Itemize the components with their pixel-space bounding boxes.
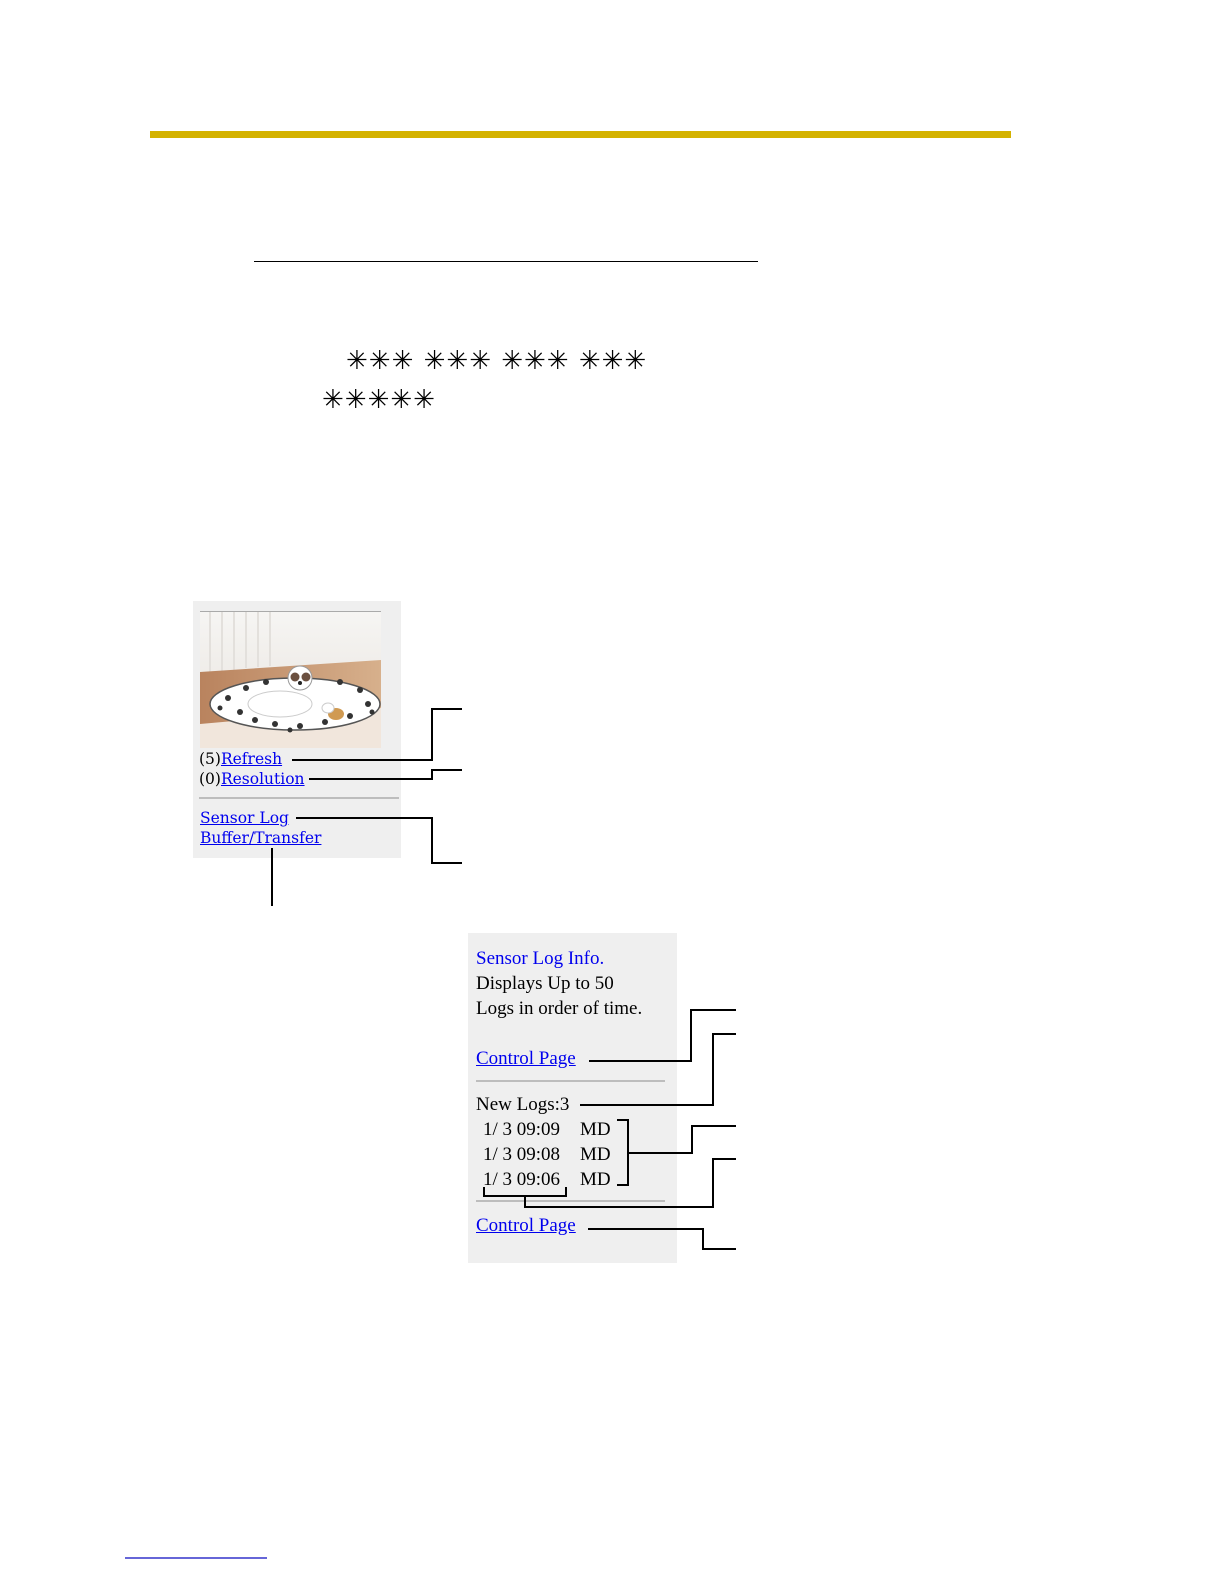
date-time-bracket	[483, 1187, 567, 1197]
control-page-bottom-callout-line	[588, 1228, 736, 1250]
resolution-callout-line	[309, 769, 462, 780]
date-time-callout-line	[524, 1158, 736, 1208]
sensor-log-callout-line	[296, 817, 462, 864]
new-logs-callout-line	[580, 1033, 736, 1106]
log-entries-callout-line	[628, 1125, 736, 1154]
refresh-callout-line	[292, 708, 462, 761]
callout-lines	[125, 708, 736, 1559]
log-entries-bracket	[617, 1119, 629, 1186]
